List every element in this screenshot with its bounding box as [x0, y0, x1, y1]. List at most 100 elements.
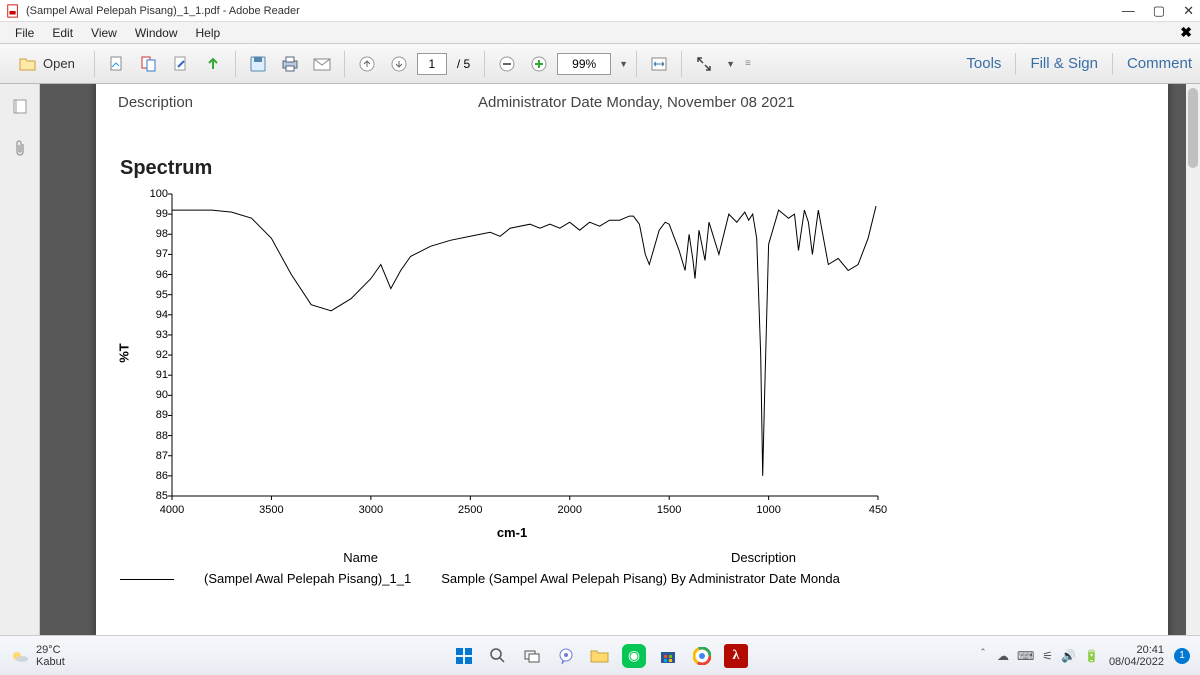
fit-width-button[interactable] [645, 50, 673, 78]
window-title: (Sampel Awal Pelepah Pisang)_1_1.pdf - A… [26, 5, 1122, 17]
zoom-value: 99% [572, 57, 596, 71]
menu-file[interactable]: File [6, 26, 43, 40]
save-button[interactable] [244, 50, 272, 78]
attachments-panel-button[interactable] [7, 136, 33, 162]
legend-table: Name Description (Sampel Awal Pelepah Pi… [104, 546, 856, 590]
vertical-scrollbar[interactable] [1186, 84, 1200, 635]
zoom-out-button[interactable] [493, 50, 521, 78]
menu-window[interactable]: Window [126, 26, 187, 40]
tray-volume-icon[interactable]: 🔊 [1061, 649, 1076, 663]
legend-col-desc: Description [427, 548, 854, 567]
chart-y-tick: 97 [138, 248, 168, 260]
document-close-button[interactable]: ✖ [1180, 24, 1192, 41]
page-down-button[interactable] [385, 50, 413, 78]
export-button[interactable] [199, 50, 227, 78]
chart-y-tick: 96 [138, 269, 168, 281]
weather-desc: Kabut [36, 656, 65, 668]
chrome-icon [693, 647, 711, 665]
window-titlebar: (Sampel Awal Pelepah Pisang)_1_1.pdf - A… [0, 0, 1200, 22]
arrow-up-circle-icon [359, 56, 375, 72]
chart-x-tick: 1000 [756, 504, 780, 516]
tray-wifi-icon[interactable]: ⚟ [1042, 649, 1053, 663]
email-button[interactable] [308, 50, 336, 78]
thumbnails-panel-button[interactable] [7, 94, 33, 120]
zoom-level-box[interactable]: 99% [557, 53, 611, 75]
chart-y-tick: 86 [138, 470, 168, 482]
minimize-button[interactable]: — [1122, 3, 1135, 19]
folder-open-icon [19, 56, 37, 72]
chart-svg [132, 188, 892, 518]
weather-temp: 29°C [36, 644, 65, 656]
clock[interactable]: 20:41 08/04/2022 [1109, 644, 1164, 668]
task-view-button[interactable] [520, 644, 544, 668]
tray-language-icon[interactable]: ⌨ [1017, 649, 1034, 663]
chart-x-tick: 2500 [458, 504, 482, 516]
menu-edit[interactable]: Edit [43, 26, 82, 40]
weather-icon [10, 646, 30, 666]
chart-x-tick: 3500 [259, 504, 283, 516]
toolbar-separator [235, 51, 236, 77]
menu-help[interactable]: Help [187, 26, 230, 40]
chart-y-tick: 88 [138, 430, 168, 442]
floppy-disk-icon [249, 55, 267, 73]
chart-y-tick: 92 [138, 349, 168, 361]
legend-line-swatch [120, 579, 174, 580]
notification-badge[interactable]: 1 [1174, 648, 1190, 664]
file-explorer-button[interactable] [588, 644, 612, 668]
fill-sign-panel-button[interactable]: Fill & Sign [1030, 55, 1098, 72]
weather-widget[interactable]: 29°C Kabut [36, 644, 65, 668]
zoom-dropdown-caret[interactable]: ▼ [619, 59, 628, 69]
scrollbar-thumb[interactable] [1188, 88, 1198, 168]
page-number-input[interactable] [417, 53, 447, 75]
legend-name-value: (Sampel Awal Pelepah Pisang)_1_1 [190, 569, 425, 588]
page-up-button[interactable] [353, 50, 381, 78]
chart-x-axis-label: cm-1 [497, 525, 527, 540]
page-thumbnail-icon [11, 98, 29, 116]
close-button[interactable]: ✕ [1183, 3, 1194, 19]
spectrum-chart: %T cm-1 85868788899091929394959697989910… [132, 188, 892, 518]
chat-button[interactable] [554, 644, 578, 668]
edit-button[interactable] [167, 50, 195, 78]
create-pdf-button[interactable] [103, 50, 131, 78]
arrow-down-circle-icon [391, 56, 407, 72]
view-dropdown-caret[interactable]: ▼ [726, 59, 735, 69]
ms-store-button[interactable] [656, 644, 680, 668]
tray-battery-icon[interactable]: 🔋 [1084, 649, 1099, 663]
tray-chevron-icon[interactable]: ＾ [977, 647, 989, 664]
chrome-button[interactable] [690, 644, 714, 668]
chart-y-tick: 89 [138, 409, 168, 421]
tray-onedrive-icon[interactable]: ☁ [997, 649, 1009, 663]
doc-header-left: Description [118, 94, 478, 111]
chat-icon [557, 647, 575, 665]
line-app-button[interactable]: ◉ [622, 644, 646, 668]
comment-panel-button[interactable]: Comment [1127, 55, 1192, 72]
clock-date: 08/04/2022 [1109, 656, 1164, 668]
convert-button[interactable] [135, 50, 163, 78]
open-button[interactable]: Open [8, 50, 86, 78]
tools-panel-button[interactable]: Tools [966, 55, 1001, 72]
pencil-page-icon [172, 55, 190, 73]
envelope-icon [312, 56, 332, 72]
printer-icon [280, 55, 300, 73]
read-mode-button[interactable] [690, 50, 718, 78]
windows-logo-icon [454, 646, 474, 666]
minus-circle-icon [499, 56, 515, 72]
adobe-reader-button[interactable]: λ [724, 644, 748, 668]
document-viewport[interactable]: Description Administrator Date Monday, N… [40, 84, 1200, 635]
expand-arrows-icon [696, 56, 712, 72]
chart-y-tick: 98 [138, 228, 168, 240]
toolbar-separator [1112, 53, 1113, 75]
chart-y-tick: 94 [138, 309, 168, 321]
maximize-button[interactable]: ▢ [1153, 3, 1165, 19]
spectrum-title: Spectrum [120, 157, 1146, 180]
chart-x-tick: 2000 [557, 504, 581, 516]
folder-icon [590, 648, 610, 664]
toolbar-separator [484, 51, 485, 77]
legend-data-row: (Sampel Awal Pelepah Pisang)_1_1 Sample … [106, 569, 854, 588]
print-button[interactable] [276, 50, 304, 78]
search-button[interactable] [486, 644, 510, 668]
start-button[interactable] [452, 644, 476, 668]
menu-view[interactable]: View [82, 26, 126, 40]
pdf-file-icon [6, 4, 20, 18]
zoom-in-button[interactable] [525, 50, 553, 78]
